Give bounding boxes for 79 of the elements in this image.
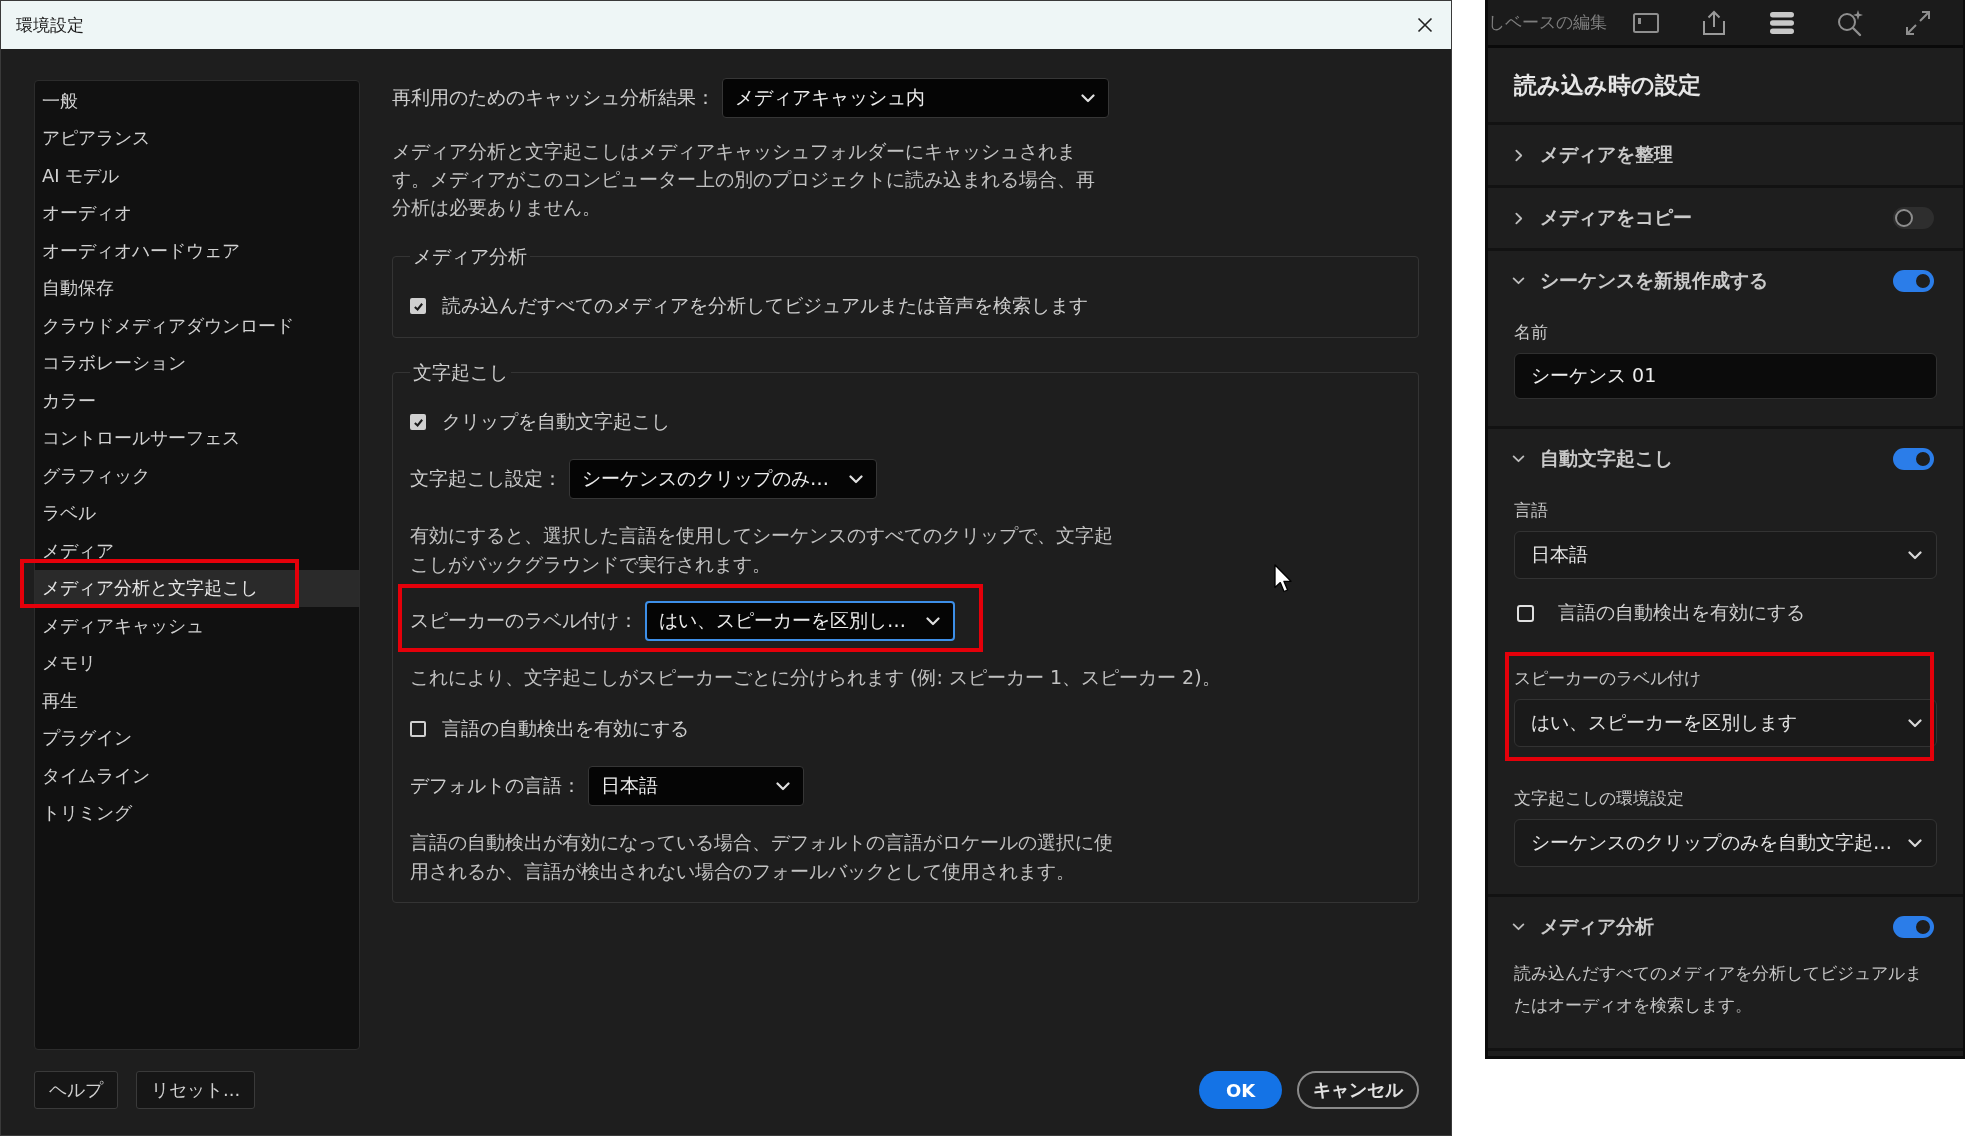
sidebar-item[interactable]: 再生	[35, 682, 359, 720]
checkbox[interactable]	[410, 298, 426, 314]
dialog-button[interactable]: OK	[1199, 1071, 1282, 1109]
sidebar-item[interactable]: 一般	[35, 82, 359, 120]
field-label: デフォルトの言語：	[410, 773, 581, 798]
section-header[interactable]: メディアをコピー	[1512, 205, 1692, 231]
description-text: 有効にすると、選択した言語を使用してシーケンスのすべてのクリップで、文字起こしがバックグラウンドで実行されます。	[410, 523, 1114, 577]
sidebar-item[interactable]: オーディオハードウェア	[35, 232, 359, 270]
dropdown[interactable]: はい、スピーカーを区別し…	[645, 601, 955, 641]
chevron-down-icon	[1908, 550, 1922, 560]
field-label: 言語	[1514, 499, 1548, 521]
dialog-button[interactable]: キャンセル	[1297, 1071, 1419, 1109]
group-title: メディア分析	[412, 244, 528, 268]
dropdown[interactable]: メディアキャッシュ内	[722, 78, 1109, 118]
group-title: 文字起こし	[412, 360, 509, 384]
description-text: メディア分析と文字起こしはメディアキャッシュフォルダーにキャッシュされます。メディアがこのコンピューター上の別のプロジェクトに読み込まれる場合、再分析は必要ありません。	[392, 139, 1096, 220]
checkbox[interactable]	[410, 414, 426, 430]
checkbox-label: 言語の自動検出を有効にする	[442, 716, 689, 741]
toolbar-label[interactable]: しベースの編集	[1488, 11, 1607, 34]
dropdown[interactable]: 日本語	[588, 766, 804, 806]
sidebar-item[interactable]: 自動保存	[35, 269, 359, 307]
sidebar-item[interactable]: メモリ	[35, 644, 359, 682]
dropdown[interactable]: シーケンスのクリップのみを自動文字起…	[1514, 819, 1937, 867]
section-header[interactable]: メディア分析	[1512, 914, 1654, 940]
sidebar-item[interactable]: カラー	[35, 382, 359, 420]
chevron-down-icon	[926, 616, 940, 626]
chevron-down-icon	[1081, 93, 1095, 103]
dialog-button[interactable]: ヘルプ	[34, 1071, 118, 1109]
description-text: 言語の自動検出が有効になっている場合、デフォルトの言語がロケールの選択に使用されるか、言語が検出されない場合のフォールバックとして使用されます。	[410, 830, 1114, 884]
chevron-down-icon	[1908, 718, 1922, 728]
sidebar-item[interactable]: オーディオ	[35, 194, 359, 232]
section-header[interactable]: シーケンスを新規作成する	[1512, 268, 1768, 294]
chevron-down-icon	[849, 474, 863, 484]
toggle-switch[interactable]	[1893, 448, 1934, 470]
description-text: 読み込んだすべてのメディアを分析してビジュアルまたはオーディオを検索します。	[1514, 962, 1923, 1017]
checkmark-icon	[412, 300, 424, 312]
sidebar-item[interactable]: タイムライン	[35, 757, 359, 795]
sidebar-item[interactable]: トリミング	[35, 794, 359, 832]
toggle-switch[interactable]	[1893, 916, 1934, 938]
mouse-pointer-icon	[1274, 564, 1293, 593]
sidebar-item[interactable]: アピアランス	[35, 119, 359, 157]
field-label: 再利用のためのキャッシュ分析結果：	[392, 85, 715, 110]
chevron-down-icon	[1908, 838, 1922, 848]
checkbox-label: クリップを自動文字起こし	[442, 409, 670, 434]
checkmark-icon	[412, 416, 424, 428]
checkbox[interactable]	[1517, 604, 1534, 622]
dropdown[interactable]: 日本語	[1514, 531, 1937, 579]
checkbox[interactable]	[410, 721, 426, 737]
field-label: 名前	[1514, 321, 1548, 343]
expand-icon[interactable]	[1904, 8, 1932, 37]
sidebar-item[interactable]: プラグイン	[35, 719, 359, 757]
dropdown[interactable]: はい、スピーカーを区別します	[1514, 699, 1937, 747]
text-input[interactable]: シーケンス 01	[1514, 353, 1937, 399]
description-text: これにより、文字起こしがスピーカーごとに分けられます (例: スピーカー 1、スピーカー 2)。	[410, 665, 1221, 690]
section-header[interactable]: 自動文字起こし	[1512, 446, 1673, 472]
sidebar-item[interactable]: メディア	[35, 532, 359, 570]
sidebar-item[interactable]: ラベル	[35, 494, 359, 532]
panel-title: 読み込み時の設定	[1514, 70, 1701, 100]
checkbox-label: 読み込んだすべてのメディアを分析してビジュアルまたは音声を検索します	[442, 293, 1088, 318]
sidebar-item[interactable]: AI モデル	[35, 157, 359, 195]
chevron-down-icon	[776, 781, 790, 791]
dropdown[interactable]: シーケンスのクリップのみ…	[569, 459, 877, 499]
toggle-switch[interactable]	[1893, 207, 1934, 229]
dialog-button[interactable]: リセット...	[136, 1071, 256, 1109]
sidebar-item[interactable]: グラフィック	[35, 457, 359, 495]
sidebar-item[interactable]: コントロールサーフェス	[35, 419, 359, 457]
sidebar-item[interactable]: メディアキャッシュ	[35, 607, 359, 645]
checkbox-label: 言語の自動検出を有効にする	[1558, 600, 1805, 625]
field-label: スピーカーのラベル付け：	[410, 608, 638, 633]
window-title: 環境設定	[16, 13, 84, 37]
section-header[interactable]: メディアを整理	[1512, 142, 1673, 168]
toggle-switch[interactable]	[1893, 270, 1934, 292]
field-label: スピーカーのラベル付け	[1514, 667, 1701, 689]
sidebar-item[interactable]: コラボレーション	[35, 344, 359, 382]
field-label: 文字起こし設定：	[410, 466, 562, 491]
share-icon[interactable]	[1700, 8, 1728, 37]
sidebar-item[interactable]: クラウドメディアダウンロード	[35, 307, 359, 345]
close-icon	[1417, 17, 1433, 33]
field-label: 文字起こしの環境設定	[1514, 787, 1684, 809]
